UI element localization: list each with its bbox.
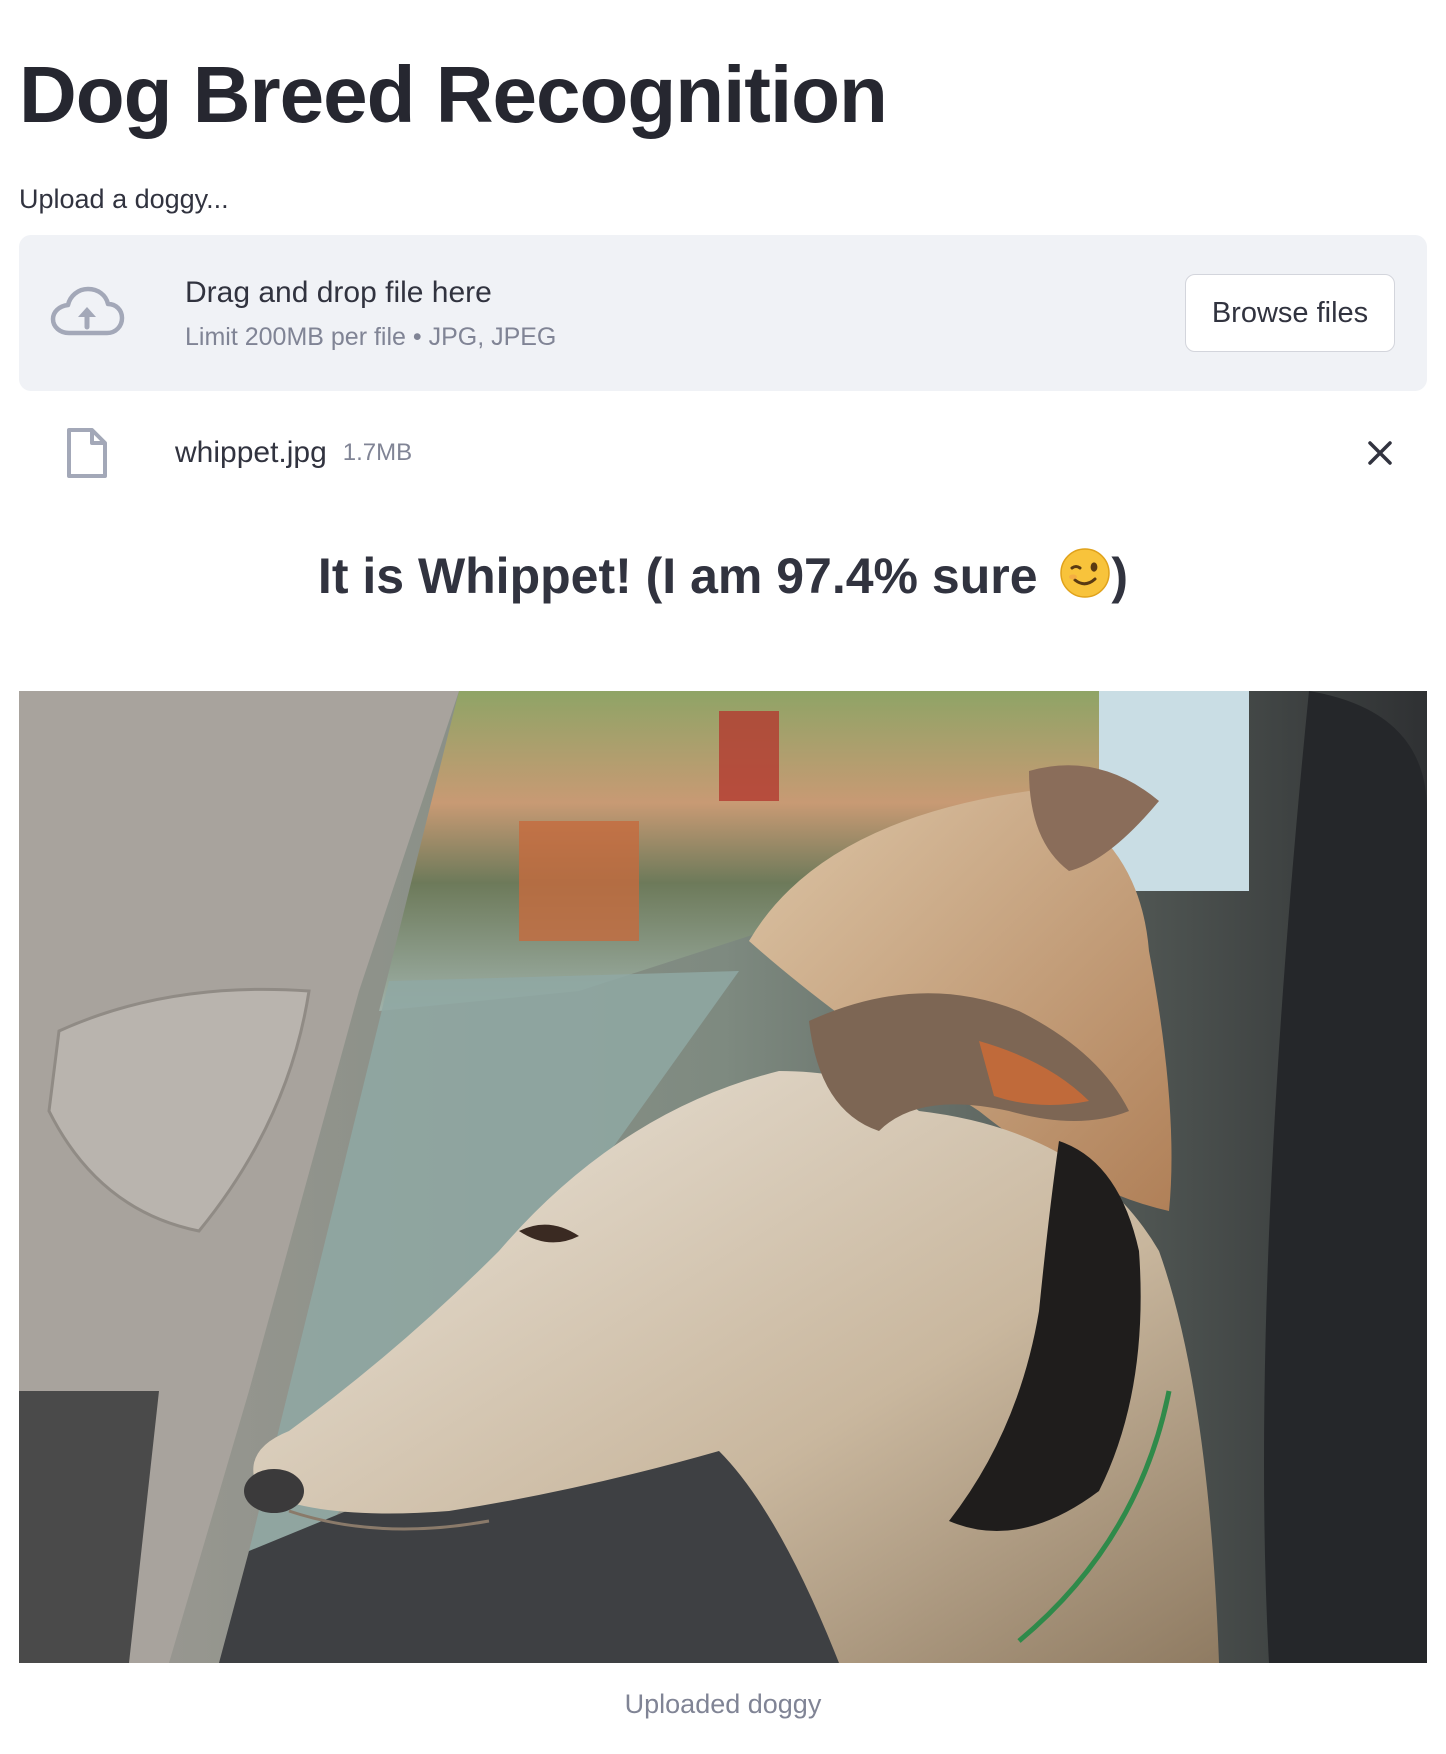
file-name: whippet.jpg [175,436,327,469]
upload-label: Upload a doggy... [19,184,229,214]
close-icon[interactable] [1363,436,1397,470]
file-limit-text: Limit 200MB per file • JPG, JPEG [185,323,557,351]
prediction-result: It is Whippet! (I am 97.4% sure ) [19,543,1427,609]
prediction-closing: ) [1111,548,1129,604]
dropzone-instructions: Drag and drop file here Limit 200MB per … [185,273,1185,353]
drop-instruction: Drag and drop file here [185,276,492,309]
file-icon [67,428,107,478]
prediction-text: It is Whippet! (I am 97.4% sure [317,548,1052,604]
file-dropzone[interactable]: Drag and drop file here Limit 200MB per … [19,235,1427,391]
app-page: Dog Breed Recognition Upload a doggy... … [0,0,1446,1754]
cloud-upload-icon [50,286,125,336]
browse-files-button[interactable]: Browse files [1185,274,1395,352]
uploaded-dog-photo [19,691,1427,1663]
image-caption: Uploaded doggy [624,1689,822,1719]
winking-face-icon [1060,548,1111,598]
uploaded-file-row: whippet.jpg 1.7MB [19,421,1427,485]
page-title: Dog Breed Recognition [19,50,888,139]
file-size: 1.7MB [342,439,413,466]
